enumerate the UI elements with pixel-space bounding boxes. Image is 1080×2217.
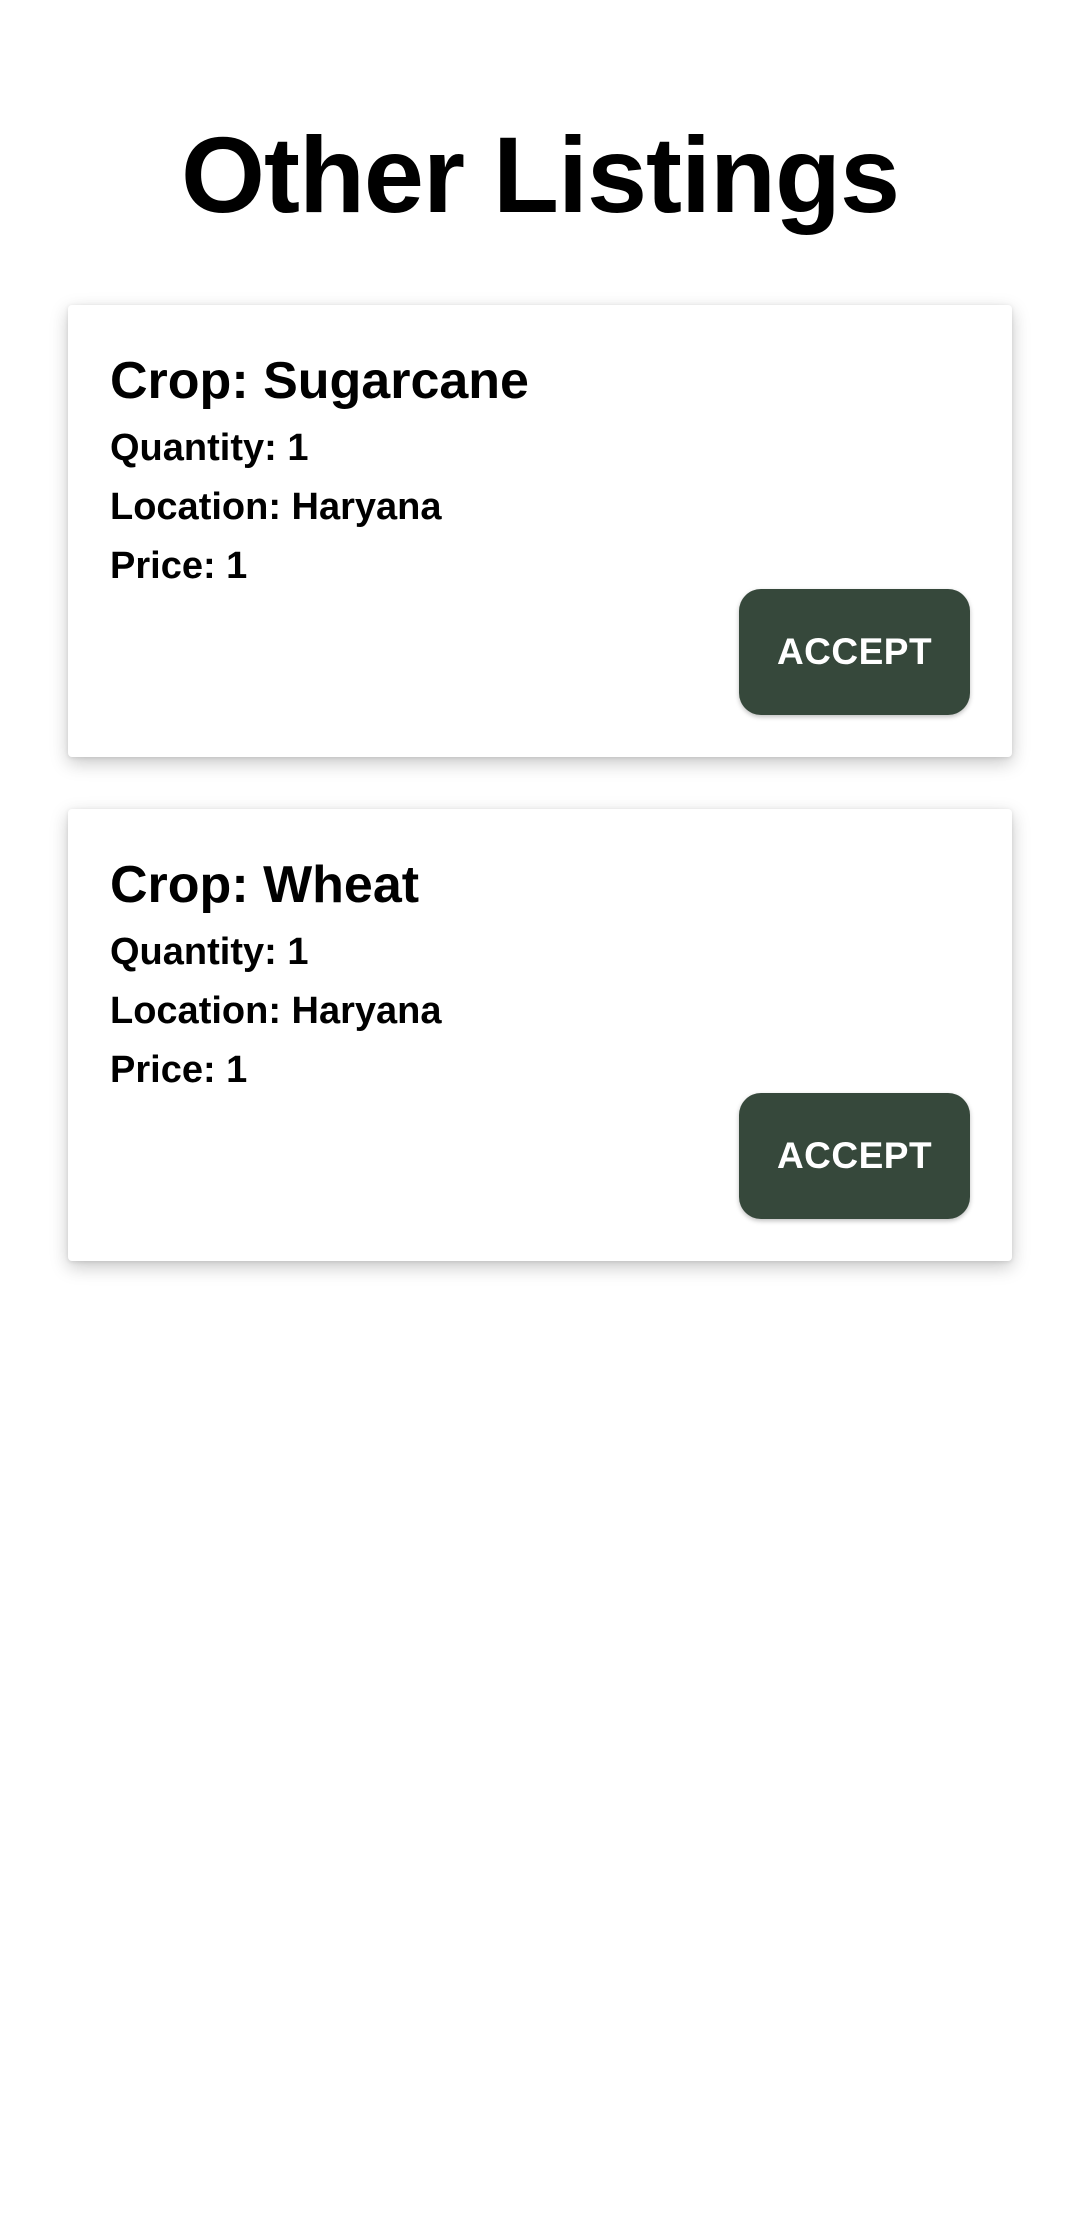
listing-crop: Crop: Wheat xyxy=(110,856,420,914)
listing-quantity: Quantity: 1 xyxy=(110,931,309,973)
listing-location: Location: Haryana xyxy=(110,486,442,528)
listing-price: Price: 1 xyxy=(110,545,248,587)
listing-card: Crop: Wheat Quantity: 1 Location: Haryan… xyxy=(68,809,1012,1261)
listing-card: Crop: Sugarcane Quantity: 1 Location: Ha… xyxy=(68,305,1012,757)
page-title: Other Listings xyxy=(180,114,900,235)
listing-price: Price: 1 xyxy=(110,1049,248,1091)
listing-quantity: Quantity: 1 xyxy=(110,427,309,469)
listing-crop: Crop: Sugarcane xyxy=(110,352,529,410)
accept-button[interactable]: ACCEPT xyxy=(739,589,970,715)
accept-button[interactable]: ACCEPT xyxy=(739,1093,970,1219)
listing-location: Location: Haryana xyxy=(110,990,442,1032)
